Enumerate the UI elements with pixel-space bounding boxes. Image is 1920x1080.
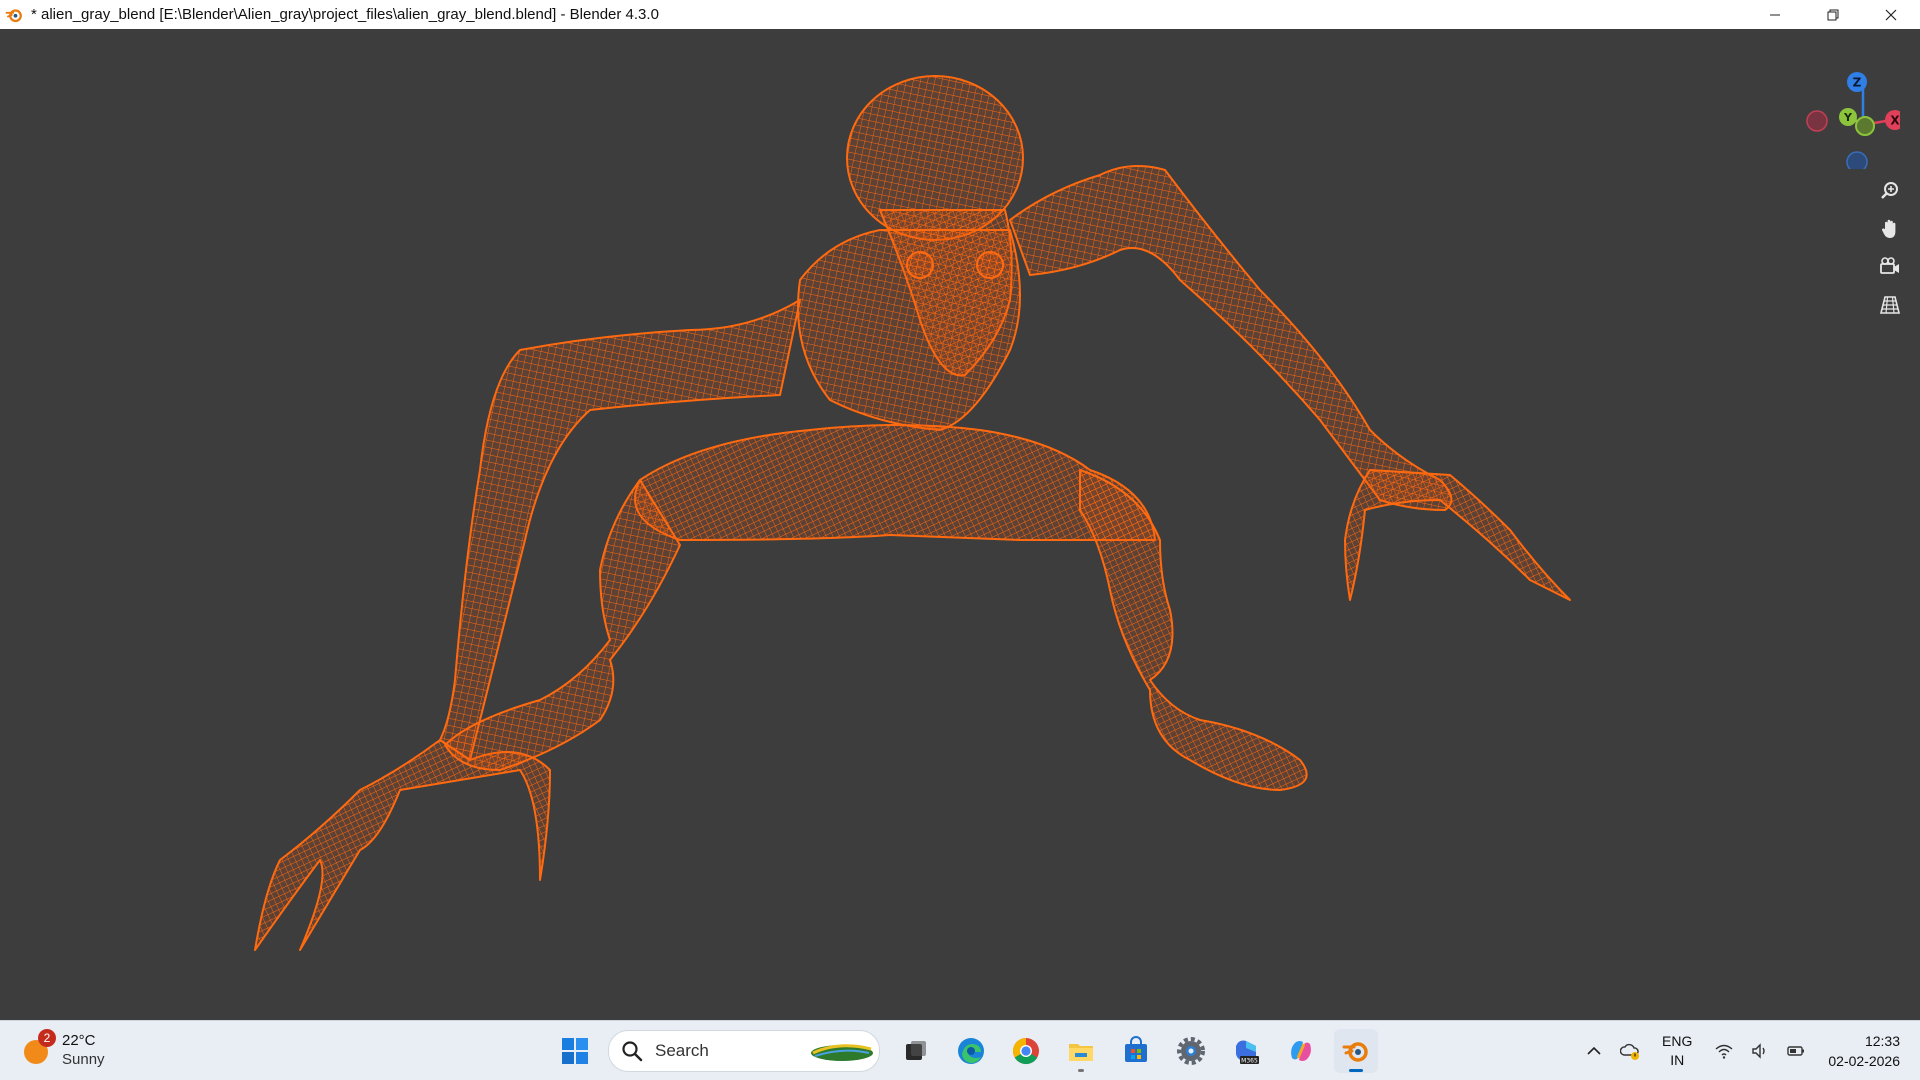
battery-icon [1787,1046,1805,1056]
folder-icon [1069,1044,1093,1061]
m365-app[interactable]: M365 [1224,1029,1268,1073]
gizmo-x-label: X [1890,114,1900,128]
gizmo-neg-x[interactable] [1806,110,1828,132]
mesh-right-arm [1009,165,1453,511]
minimize-button[interactable] [1746,0,1804,29]
copilot-app[interactable] [1279,1029,1323,1073]
weather-condition: Sunny [62,1051,105,1068]
chrome-icon [1012,1037,1039,1065]
language-indicator[interactable]: ENG IN [1662,1032,1692,1070]
camera-icon [1880,257,1899,274]
store-app[interactable] [1114,1029,1158,1073]
search-icon [622,1041,643,1062]
m365-icon: M365 [1236,1040,1259,1065]
blender-window: * alien_gray_blend [E:\Blender\Alien_gra… [0,0,1920,1080]
edge-app[interactable] [949,1029,993,1073]
mesh-right-eye [976,251,1004,279]
window-title: * alien_gray_blend [E:\Blender\Alien_gra… [31,6,659,23]
wifi-icon [1715,1044,1733,1059]
taskbar-apps: Search M365 [553,1029,1389,1073]
gear-icon [1177,1037,1205,1065]
weather-widget[interactable]: 2 22°C Sunny [22,1029,105,1069]
sun-icon: 2 [22,1029,56,1065]
chrome-app[interactable] [1004,1029,1048,1073]
language-region: IN [1670,1052,1685,1068]
zoom-in-icon [1881,182,1898,199]
orientation-gizmo[interactable]: Z X Y [1800,69,1900,169]
show-hidden-icons-button[interactable] [1580,1037,1608,1065]
gizmo-neg-y[interactable] [1855,116,1875,136]
weather-badge: 2 [38,1029,56,1047]
start-button[interactable] [553,1029,597,1073]
chevron-up-icon [1587,1046,1601,1055]
windows-logo-icon [562,1038,588,1064]
minimize-icon [1770,14,1780,15]
title-bar: * alien_gray_blend [E:\Blender\Alien_gra… [0,0,1920,30]
mesh-right-hand [1344,469,1571,601]
pan-button[interactable] [1873,212,1907,246]
window-controls [1746,0,1920,29]
store-icon [1125,1036,1147,1062]
onedrive-status-button[interactable] [1616,1037,1644,1065]
taskbar: 2 22°C Sunny Search M365 ENG IN 12:33 02… [0,1020,1920,1080]
clock[interactable]: 12:33 02-02-2026 [1828,1031,1900,1071]
file-explorer-app[interactable] [1059,1029,1103,1073]
viewport-nav-tools [1873,174,1909,326]
grid-icon [1879,296,1901,314]
weather-temperature: 22°C [62,1032,96,1049]
gizmo-z-label: Z [1853,76,1862,90]
active-indicator [1349,1069,1363,1072]
settings-app[interactable] [1169,1029,1213,1073]
gizmo-y-label: Y [1843,111,1853,124]
search-box[interactable]: Search [608,1030,880,1072]
edge-icon [958,1038,984,1064]
close-icon [1885,9,1897,20]
gizmo-neg-z[interactable] [1846,151,1868,169]
blender-logo-icon [5,8,22,22]
copilot-icon [1291,1041,1311,1061]
speaker-icon [1752,1043,1766,1059]
search-highlight-icon [811,1044,873,1061]
mesh-right-leg [1079,469,1308,791]
zoom-button[interactable] [1873,174,1907,208]
search-placeholder: Search [655,1041,709,1060]
blender-icon [1342,1042,1368,1062]
restore-button[interactable] [1804,0,1862,29]
3d-viewport[interactable]: Z X Y [0,29,1920,1020]
hand-icon [1881,219,1896,238]
restore-icon [1827,9,1839,20]
perspective-button[interactable] [1873,288,1907,322]
battery-button[interactable] [1782,1037,1810,1065]
camera-button[interactable] [1873,250,1907,284]
clock-date: 02-02-2026 [1828,1053,1900,1069]
task-view-button[interactable] [894,1029,938,1073]
alien-wireframe-mesh[interactable] [0,29,1920,1020]
m365-label: M365 [1241,1058,1258,1065]
cloud-warning-icon [1620,1043,1640,1060]
wifi-button[interactable] [1710,1037,1738,1065]
mesh-left-eye [906,251,934,279]
volume-button[interactable] [1746,1037,1774,1065]
system-tray: ENG IN 12:33 02-02-2026 [1580,1021,1920,1080]
blender-app[interactable] [1334,1029,1378,1073]
task-view-icon [906,1041,926,1060]
clock-time: 12:33 [1864,1033,1900,1049]
close-button[interactable] [1862,0,1920,29]
mesh-pelvis [634,424,1156,541]
running-indicator [1078,1069,1084,1072]
language-code: ENG [1662,1033,1693,1049]
mesh-left-hand [254,739,551,951]
